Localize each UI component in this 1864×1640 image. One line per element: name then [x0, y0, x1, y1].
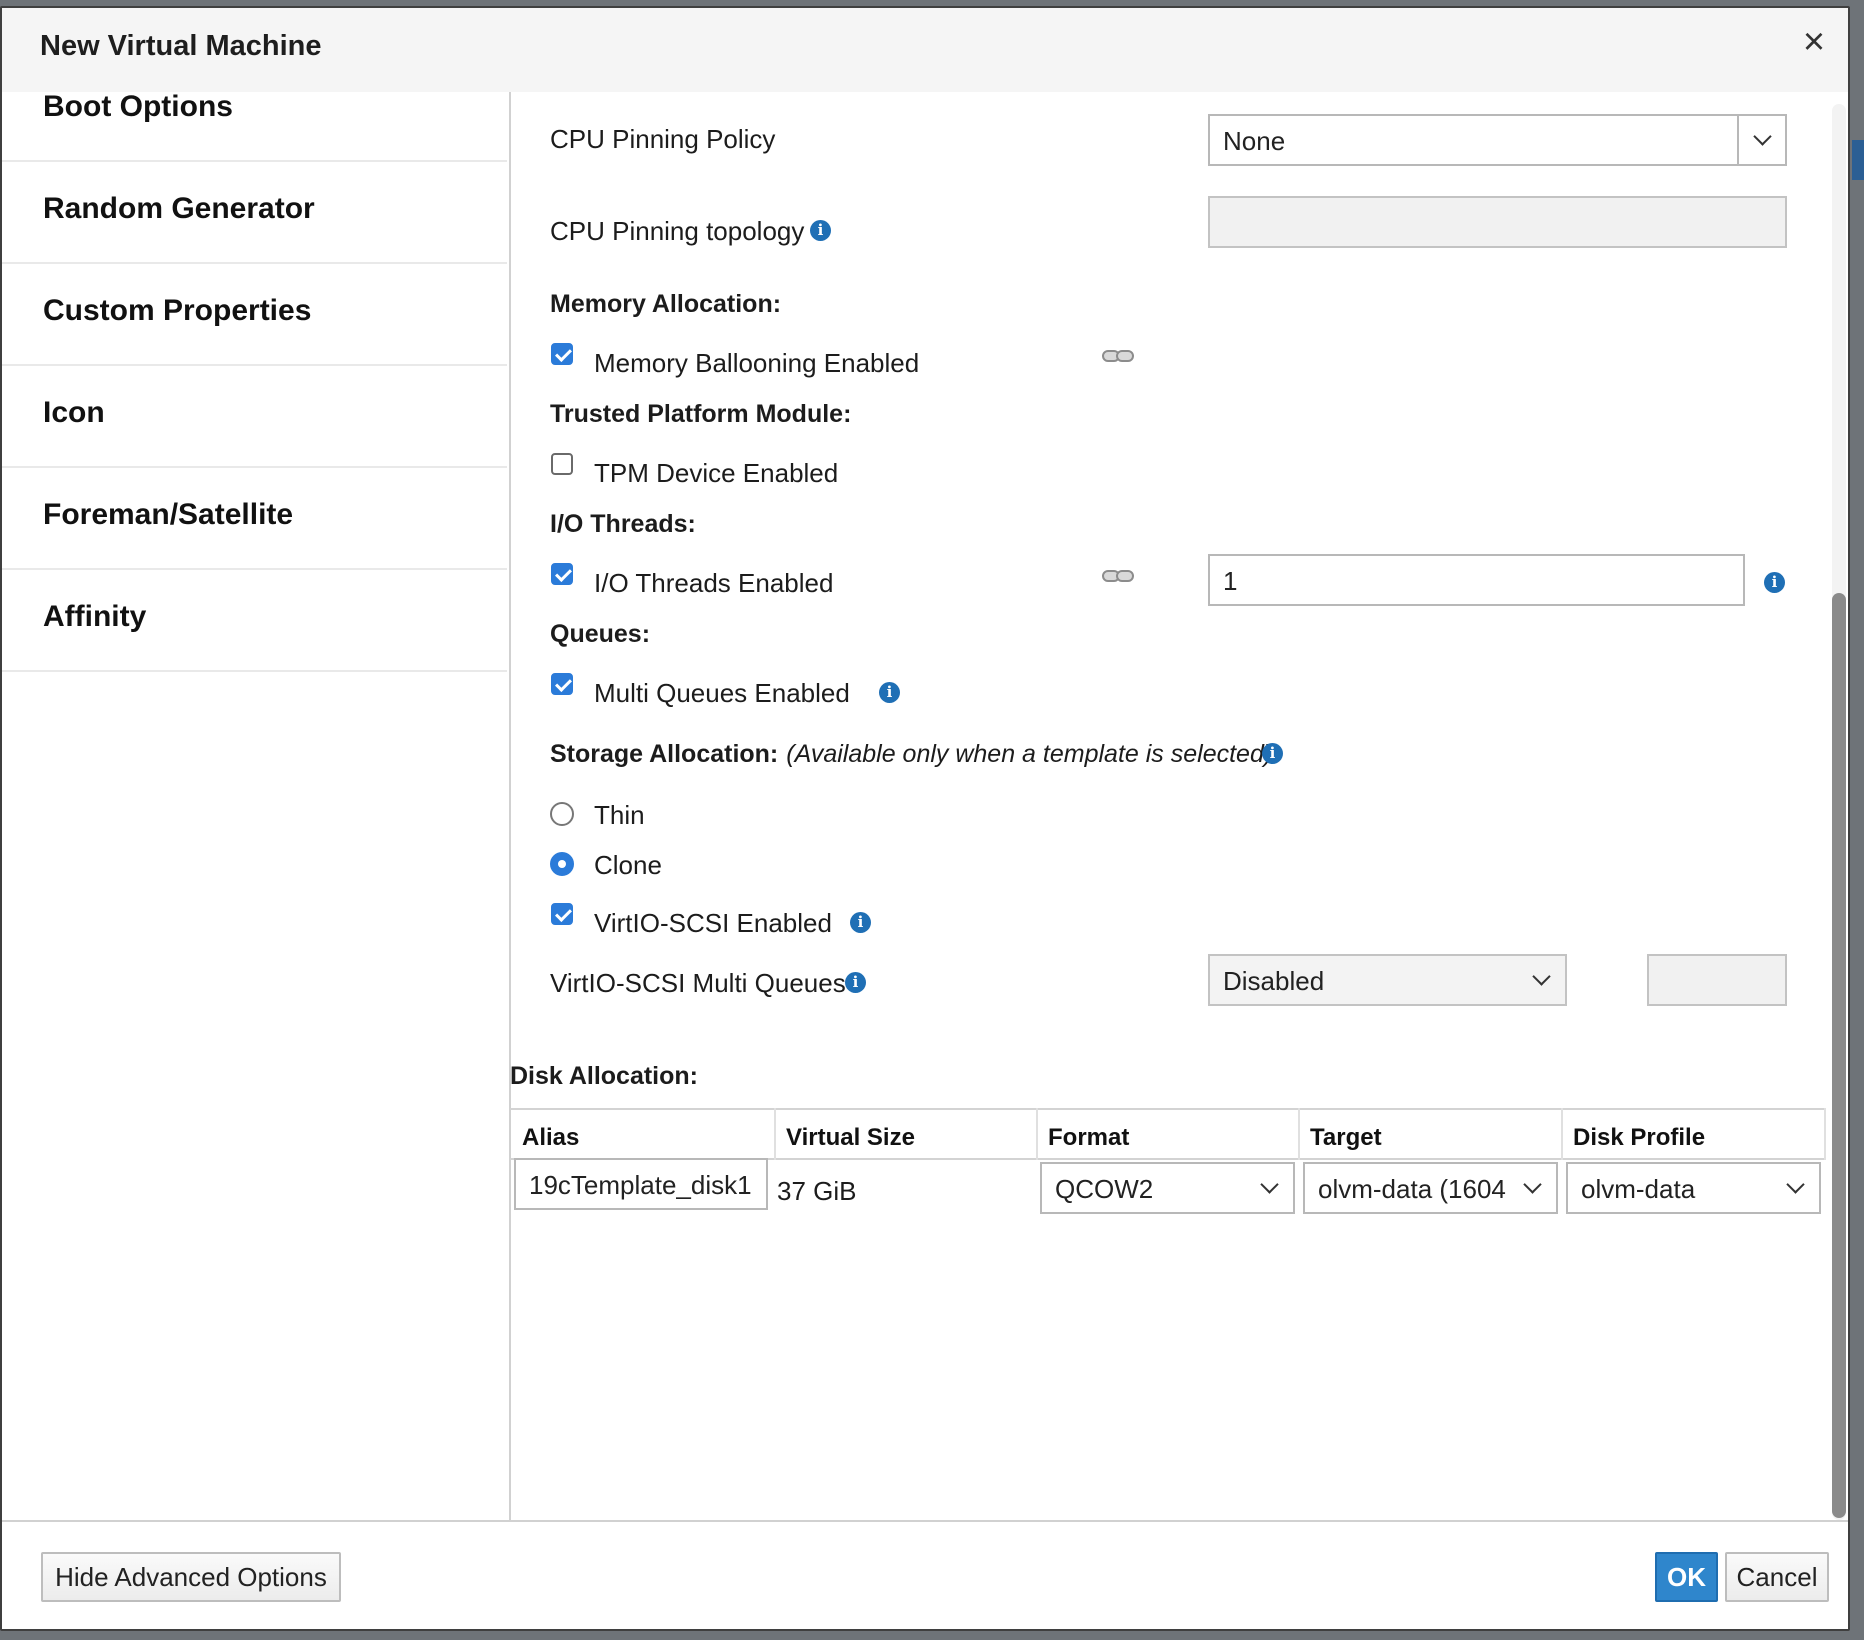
- disk-allocation-heading: Disk Allocation:: [510, 1062, 698, 1090]
- info-icon[interactable]: i: [1262, 743, 1283, 764]
- radio-thin-label: Thin: [594, 800, 645, 830]
- info-icon[interactable]: i: [1764, 572, 1785, 593]
- sidebar-item-custom-properties[interactable]: Custom Properties: [2, 266, 507, 366]
- storage-allocation-heading: Storage Allocation: (Available only when …: [550, 740, 1273, 768]
- column-target: Target: [1300, 1108, 1563, 1160]
- info-icon[interactable]: i: [879, 682, 900, 703]
- info-icon[interactable]: i: [845, 972, 866, 993]
- column-alias: Alias: [512, 1108, 776, 1160]
- radio-clone-label: Clone: [594, 850, 662, 880]
- column-virtual-size: Virtual Size: [776, 1108, 1038, 1160]
- io-threads-label: I/O Threads Enabled: [594, 568, 834, 598]
- sidebar: Boot Options Random Generator Custom Pro…: [2, 90, 511, 1520]
- disk-alias-input[interactable]: 19cTemplate_disk1: [514, 1158, 768, 1210]
- tpm-heading: Trusted Platform Module:: [550, 400, 852, 428]
- multi-queues-label: Multi Queues Enabled: [594, 678, 850, 708]
- dialog-title: New Virtual Machine: [40, 30, 322, 62]
- radio-clone[interactable]: [550, 852, 574, 876]
- info-icon[interactable]: i: [850, 912, 871, 933]
- virtio-scsi-checkbox[interactable]: [551, 903, 573, 925]
- background-window-edge: [1852, 140, 1864, 180]
- multi-queues-checkbox[interactable]: [551, 673, 573, 695]
- memory-allocation-heading: Memory Allocation:: [550, 290, 782, 318]
- info-icon[interactable]: i: [810, 220, 831, 241]
- link-icon: [1102, 570, 1136, 586]
- sidebar-item-label: Random Generator: [43, 192, 315, 225]
- sidebar-item-random-generator[interactable]: Random Generator: [2, 164, 507, 264]
- io-threads-count-input[interactable]: 1: [1208, 554, 1745, 606]
- sidebar-item-label: Foreman/Satellite: [43, 498, 294, 531]
- link-icon: [1102, 350, 1136, 366]
- virtio-multi-queues-select[interactable]: Disabled: [1208, 954, 1567, 1006]
- close-icon[interactable]: ×: [1794, 22, 1834, 62]
- sidebar-item-icon[interactable]: Icon: [2, 368, 507, 468]
- memory-ballooning-label: Memory Ballooning Enabled: [594, 348, 920, 378]
- ok-button[interactable]: OK: [1655, 1552, 1718, 1602]
- chevron-down-icon: [1532, 967, 1551, 986]
- sidebar-item-foreman-satellite[interactable]: Foreman/Satellite: [2, 470, 507, 570]
- chevron-down-icon[interactable]: [1737, 116, 1785, 164]
- cpu-pinning-topology-input[interactable]: [1208, 196, 1787, 248]
- tpm-device-checkbox[interactable]: [551, 453, 573, 475]
- io-threads-heading: I/O Threads:: [550, 510, 696, 538]
- column-disk-profile: Disk Profile: [1563, 1108, 1826, 1160]
- io-threads-checkbox[interactable]: [551, 563, 573, 585]
- disk-target-select[interactable]: olvm-data (1604: [1303, 1162, 1558, 1214]
- cpu-pinning-policy-select[interactable]: None: [1208, 114, 1787, 166]
- sidebar-item-label: Affinity: [43, 600, 147, 633]
- hide-advanced-options-button[interactable]: Hide Advanced Options: [41, 1552, 341, 1602]
- sidebar-item-label: Boot Options: [43, 90, 233, 123]
- memory-ballooning-checkbox[interactable]: [551, 343, 573, 365]
- queues-heading: Queues:: [550, 620, 651, 648]
- cpu-pinning-topology-label: CPU Pinning topology: [550, 216, 805, 246]
- sidebar-item-label: Custom Properties: [43, 294, 312, 327]
- tpm-device-label: TPM Device Enabled: [594, 458, 839, 488]
- scrollbar-thumb[interactable]: [1832, 593, 1846, 1518]
- column-format: Format: [1038, 1108, 1300, 1160]
- chevron-down-icon: [1523, 1175, 1542, 1194]
- disk-profile-select[interactable]: olvm-data: [1566, 1162, 1821, 1214]
- sidebar-item-boot-options[interactable]: Boot Options: [2, 62, 507, 162]
- disk-format-select[interactable]: QCOW2: [1040, 1162, 1295, 1214]
- virtio-multi-queues-label: VirtIO-SCSI Multi Queues: [550, 968, 846, 998]
- virtio-scsi-label: VirtIO-SCSI Enabled: [594, 908, 832, 938]
- disk-virtual-size: 37 GiB: [777, 1176, 857, 1206]
- cpu-pinning-policy-label: CPU Pinning Policy: [550, 124, 776, 154]
- cancel-button[interactable]: Cancel: [1725, 1552, 1829, 1602]
- chevron-down-icon: [1260, 1175, 1279, 1194]
- virtio-multi-queues-count-input[interactable]: [1647, 954, 1787, 1006]
- storage-allocation-note: (Available only when a template is selec…: [786, 740, 1273, 768]
- chevron-down-icon: [1786, 1175, 1805, 1194]
- sidebar-item-affinity[interactable]: Affinity: [2, 572, 507, 672]
- new-vm-dialog: New Virtual Machine × Boot Options Rando…: [0, 6, 1850, 1631]
- cpu-pinning-policy-value: None: [1223, 126, 1286, 156]
- sidebar-item-label: Icon: [43, 396, 105, 429]
- radio-thin[interactable]: [550, 802, 574, 826]
- dialog-footer: Hide Advanced Options OK Cancel: [2, 1520, 1848, 1629]
